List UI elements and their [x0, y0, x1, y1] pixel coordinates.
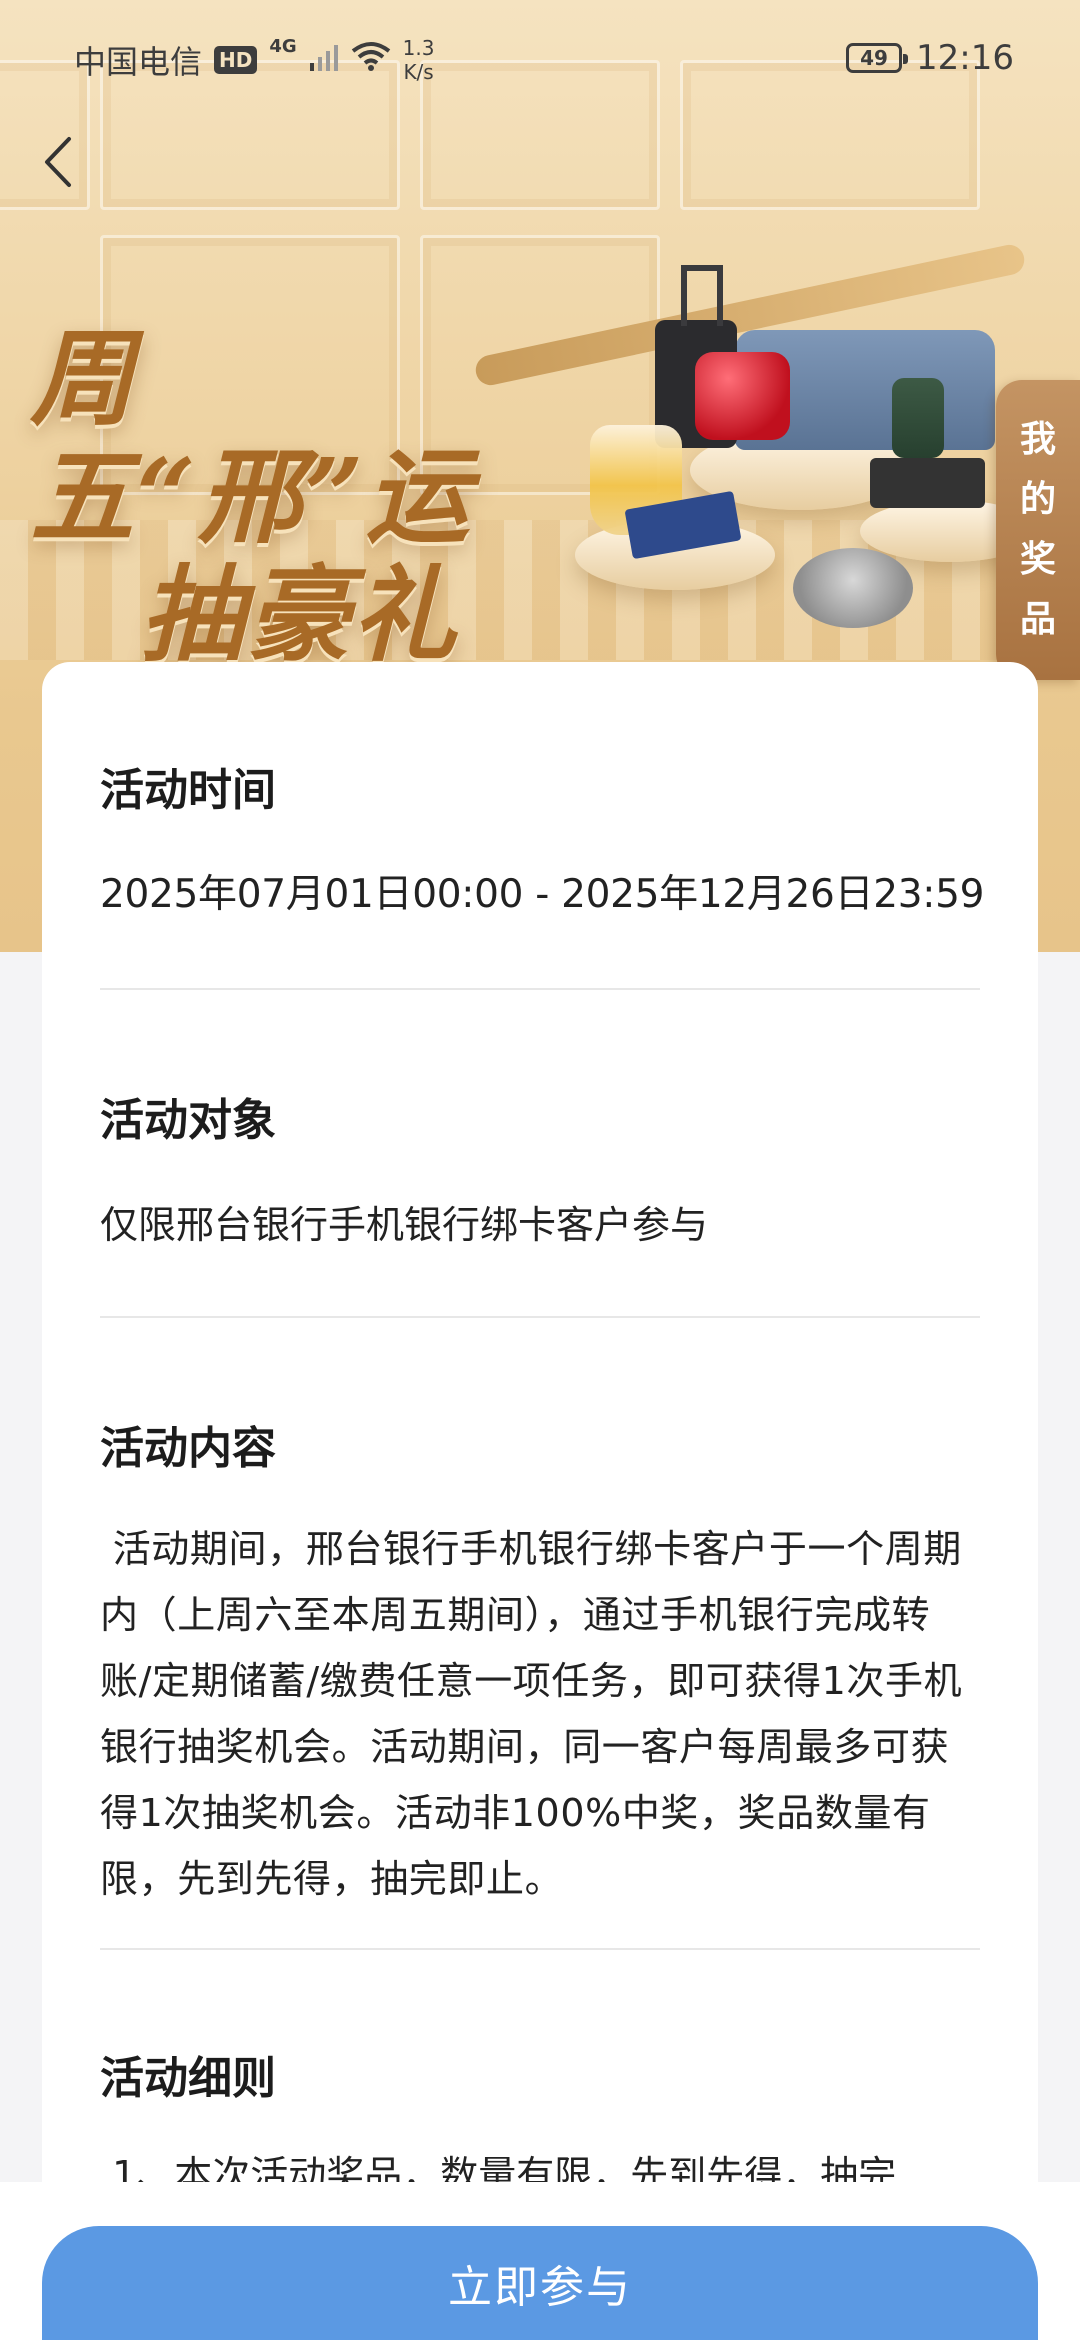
section-title: 活动对象: [100, 1095, 276, 1146]
network-speed: 1.3 K/s: [403, 36, 435, 84]
banner-title-line1: 周五“邢”运: [30, 317, 472, 558]
speed-value: 1.3: [402, 36, 435, 60]
activity-content-text: 活动期间，邢台银行手机银行绑卡客户于一个周期内（上周六至本周五期间），通过手机银…: [100, 1527, 963, 1901]
activity-info-card: 活动时间 2025年07月01日00:00 - 2025年12月26日23:59…: [42, 662, 1038, 2202]
lantern-prize-image: [892, 378, 944, 458]
carrier-label: 中国电信: [74, 43, 203, 81]
wifi-icon: [351, 41, 391, 79]
hd-badge: HD: [214, 46, 258, 74]
chevron-left-icon: [45, 137, 71, 187]
battery-icon: 49: [846, 43, 909, 73]
back-button[interactable]: [36, 132, 80, 192]
section-activity-rules: 活动细则 1、本次活动奖品，数量有限，先到先得，抽完: [100, 1950, 980, 2202]
skincare-prize-image: [695, 352, 790, 440]
banner-title-line2: 抽豪礼: [140, 553, 459, 676]
activity-target-text: 仅限邢台银行手机银行绑卡客户参与: [100, 1203, 709, 1247]
section-title: 活动细则: [100, 2053, 276, 2104]
section-activity-content: 活动内容 活动期间，邢台银行手机银行绑卡客户于一个周期内（上周六至本周五期间），…: [100, 1318, 980, 1950]
banner-title: 周五“邢”运 抽豪礼: [30, 320, 570, 674]
join-now-button[interactable]: 立即参与: [42, 2226, 1038, 2340]
my-prizes-char: 的: [1019, 479, 1056, 520]
speed-unit: K/s: [403, 60, 434, 84]
my-prizes-char: 品: [1019, 599, 1056, 640]
my-prizes-char: 奖: [1019, 539, 1056, 580]
section-activity-time: 活动时间 2025年07月01日00:00 - 2025年12月26日23:59: [100, 662, 985, 990]
grill-prize-image: [870, 458, 985, 508]
robot-vacuum-prize-image: [793, 548, 913, 628]
section-title: 活动内容: [100, 1423, 276, 1474]
status-bar: 中国电信 HD 4G 1.3 K/s 49 12:16: [0, 0, 1080, 120]
network-type: 4G: [269, 36, 297, 57]
activity-time-range: 2025年07月01日00:00 - 2025年12月26日23:59: [100, 872, 985, 917]
my-prizes-tab[interactable]: 我 的 奖 品: [996, 380, 1080, 680]
signal-icon: [309, 41, 339, 79]
section-title: 活动时间: [100, 765, 276, 816]
clock: 12:16: [916, 38, 1014, 78]
my-prizes-char: 我: [1019, 419, 1056, 460]
bottom-action-bar: 立即参与: [0, 2182, 1080, 2340]
section-activity-target: 活动对象 仅限邢台银行手机银行绑卡客户参与: [100, 990, 980, 1318]
